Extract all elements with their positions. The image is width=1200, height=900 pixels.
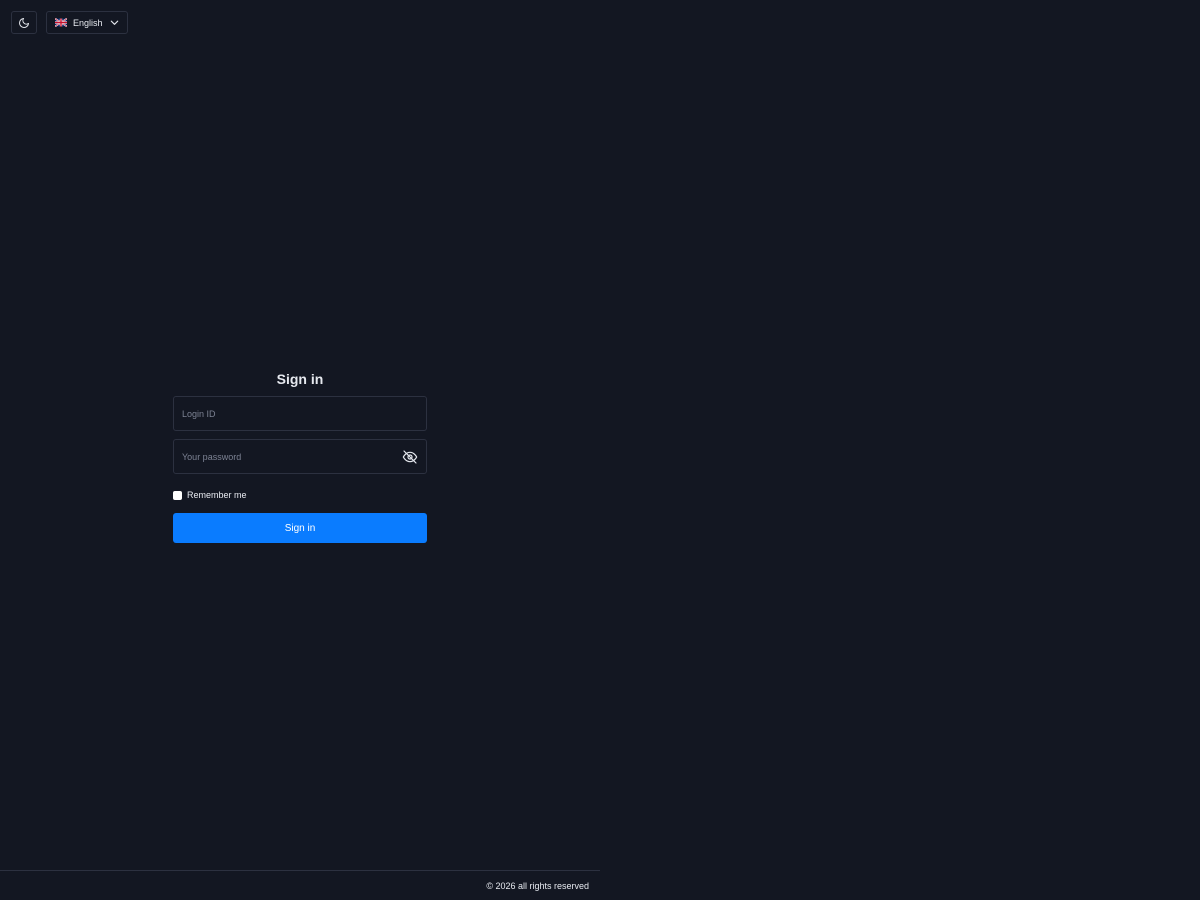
remember-me-label[interactable]: Remember me	[187, 490, 247, 500]
login-id-input[interactable]	[174, 397, 426, 430]
chevron-down-icon	[110, 20, 119, 25]
signin-form: Sign in Remember me Sign in	[173, 370, 427, 543]
moon-icon	[19, 17, 29, 28]
copyright-text: © 2026 all rights reserved	[486, 881, 589, 891]
uk-flag-icon	[55, 18, 67, 27]
remember-me-row: Remember me	[173, 488, 427, 502]
eye-off-icon[interactable]	[402, 449, 418, 465]
sign-in-button[interactable]: Sign in	[173, 513, 427, 543]
login-id-field-container	[173, 396, 427, 431]
footer: © 2026 all rights reserved	[0, 870, 600, 900]
page-title: Sign in	[276, 371, 324, 387]
remember-me-checkbox[interactable]	[173, 490, 182, 500]
language-select[interactable]: English	[46, 11, 128, 34]
theme-toggle-button[interactable]	[11, 11, 37, 34]
language-label: English	[73, 17, 103, 28]
login-page: English Sign in Remember me Sign in © 20…	[0, 0, 1200, 900]
password-field-container	[173, 439, 427, 474]
password-input[interactable]	[174, 440, 426, 473]
